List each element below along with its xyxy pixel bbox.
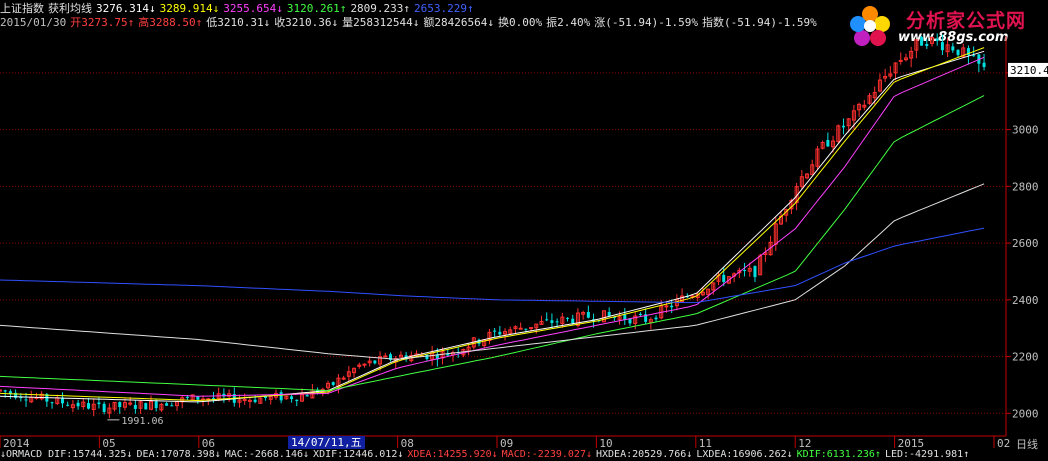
candle-body-down (305, 395, 309, 397)
candle-body-down (753, 266, 757, 278)
x-tick-label: 02 (997, 437, 1010, 450)
candle-body-down (951, 46, 955, 51)
candle-body-down (826, 139, 830, 147)
candle-body-up (664, 305, 669, 308)
candle-body-down (670, 305, 674, 308)
candle-body-down (571, 318, 575, 324)
ma-series-line (0, 47, 985, 402)
macd-value-label: MAC:-2668.146↓ (224, 449, 310, 460)
candle-body-up (341, 377, 346, 380)
candle-body-down (97, 402, 101, 405)
macd-value-label: MACD:-2239.027↓ (501, 449, 592, 460)
y-tick-label: 3000 (1012, 124, 1039, 137)
candle-body-down (373, 360, 377, 364)
period-label: 日线 (1016, 437, 1038, 451)
candle-body-down (607, 312, 611, 316)
macd-indicator-row: ↓ORMACD DIF:15744.325↓ DEA:17078.398↓ MAC:… (0, 449, 973, 461)
candle-body-down (66, 404, 70, 406)
candlestick-chart[interactable]: 20002200240026002800300032003210.4 20140… (0, 0, 1048, 461)
candle-body-down (290, 396, 294, 400)
candle-body-down (24, 399, 28, 401)
candle-body-up (383, 355, 388, 358)
candle-body-up (518, 327, 523, 330)
min-annotation-label: 1991.06 (121, 416, 163, 427)
ma-series-line (0, 56, 985, 397)
candle-body-down (982, 62, 986, 68)
candle-body-down (133, 405, 137, 409)
y-tick-label: 2000 (1012, 407, 1039, 420)
candle-body-down (295, 399, 299, 401)
candle-body-down (8, 391, 12, 394)
candle-body-down (654, 317, 658, 320)
candle-body-up (242, 399, 247, 402)
candle-body-down (550, 320, 554, 323)
candle-body-up (362, 363, 367, 366)
y-tick-label: 2200 (1012, 351, 1039, 364)
macd-value-label: DEA:17078.398↓ (136, 449, 221, 460)
candle-body-down (102, 403, 106, 412)
candle-body-down (555, 321, 559, 323)
candle-body-down (956, 49, 960, 56)
candle-body-down (498, 331, 502, 335)
candle-body-down (722, 274, 726, 282)
candle-body-down (940, 42, 944, 51)
candle-body-up (0, 389, 2, 392)
y-tick-label: 2800 (1012, 180, 1039, 193)
candle-body-down (935, 38, 939, 41)
candle-body-down (628, 319, 632, 324)
last-price-label: 3210.4 (1010, 64, 1048, 77)
candle-body-down (841, 125, 845, 128)
candle-body-down (253, 399, 257, 403)
candle-body-down (920, 37, 924, 46)
candle-body-down (3, 390, 7, 392)
macd-value-label: HXDEA:20529.766↓ (595, 449, 693, 460)
candle-body-down (493, 330, 497, 332)
candle-body-down (211, 398, 215, 400)
ma-series-line (0, 50, 985, 403)
macd-value-label: KDIF:6131.236↑ (796, 449, 881, 460)
ma-series-line (0, 227, 985, 304)
candle-body-down (165, 403, 169, 406)
candle-body-down (196, 396, 200, 400)
candle-body-down (154, 401, 158, 409)
macd-value-label: ↓ORMACD DIF:15744.325↓ (0, 449, 133, 460)
candle-body-down (185, 396, 189, 398)
candle-body-down (76, 402, 80, 407)
candle-body-down (545, 319, 549, 321)
candle-body-down (743, 270, 747, 272)
macd-value-label: LXDEA:16906.262↓ (696, 449, 793, 460)
macd-value-label: LED:-4291.981↑ (884, 449, 970, 460)
ma-series-line (0, 183, 985, 360)
candle-body-down (638, 313, 642, 316)
candle-body-down (586, 311, 590, 318)
cursor-date-tag: 14/07/11,五 (288, 436, 365, 449)
candle-body-up (898, 59, 903, 62)
y-tick-label: 2600 (1012, 237, 1039, 250)
candle-body-down (524, 328, 528, 330)
candle-body-down (331, 382, 335, 385)
macd-value-label: XDIF:12446.012↓ (313, 449, 404, 460)
candle-body-down (170, 405, 174, 407)
candle-body-down (925, 43, 929, 47)
candle-body-down (144, 403, 148, 410)
candle-body-up (529, 327, 534, 330)
y-tick-label: 2400 (1012, 294, 1039, 307)
candle-body-down (279, 392, 283, 401)
candle-body-down (566, 317, 570, 319)
macd-value-label: XDEA:14255.920↓ (407, 449, 498, 460)
candle-body-down (118, 402, 122, 408)
candle-body-down (972, 55, 976, 57)
candle-body-down (50, 402, 54, 404)
candle-body-down (87, 403, 91, 409)
